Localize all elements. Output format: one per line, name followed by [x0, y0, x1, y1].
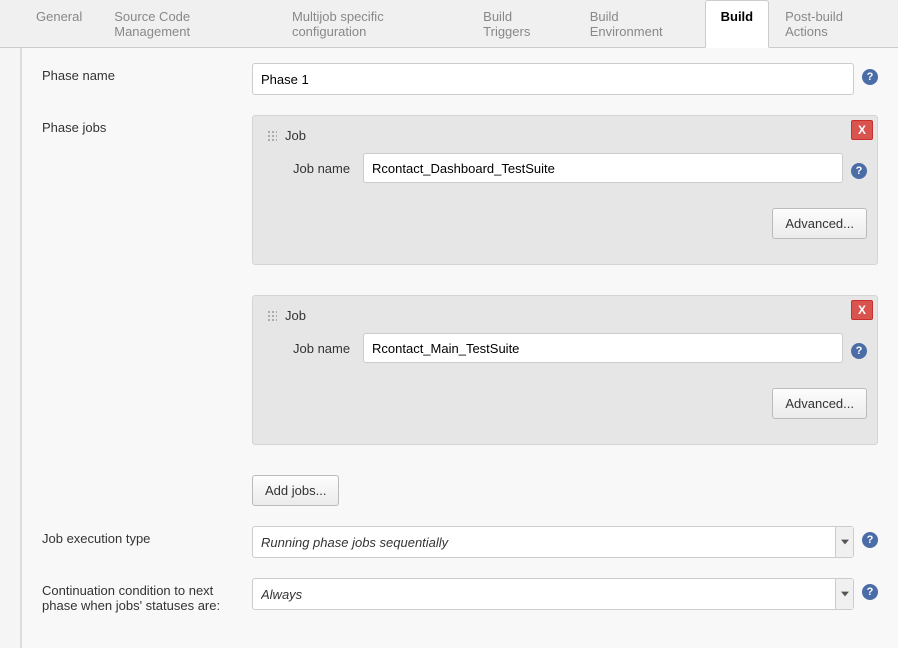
- job-name-label: Job name: [293, 341, 363, 356]
- help-icon[interactable]: ?: [862, 69, 878, 85]
- tab-build[interactable]: Build: [705, 0, 770, 48]
- job-panel: X Job Job name ? Advanced...: [252, 295, 878, 445]
- help-icon[interactable]: ?: [862, 584, 878, 600]
- drag-handle-icon[interactable]: [267, 130, 277, 142]
- job-name-input[interactable]: [363, 333, 843, 363]
- tab-post-build[interactable]: Post-build Actions: [769, 0, 898, 47]
- phase-name-row: Phase name ?: [42, 63, 878, 95]
- drag-handle-icon[interactable]: [267, 310, 277, 322]
- job-title: Job: [285, 308, 306, 323]
- job-name-input[interactable]: [363, 153, 843, 183]
- cont-cond-label: Continuation condition to next phase whe…: [42, 578, 252, 613]
- cont-cond-row: Continuation condition to next phase whe…: [42, 578, 878, 613]
- phase-name-input[interactable]: [252, 63, 854, 95]
- help-icon[interactable]: ?: [851, 343, 867, 359]
- advanced-button[interactable]: Advanced...: [772, 208, 867, 239]
- job-title: Job: [285, 128, 306, 143]
- job-name-label: Job name: [293, 161, 363, 176]
- job-panel: X Job Job name ? Advanced...: [252, 115, 878, 265]
- exec-type-select[interactable]: Running phase jobs sequentially: [252, 526, 854, 558]
- cont-cond-select[interactable]: Always: [252, 578, 854, 610]
- remove-job-button[interactable]: X: [851, 120, 873, 140]
- help-icon[interactable]: ?: [851, 163, 867, 179]
- tab-build-environment[interactable]: Build Environment: [574, 0, 705, 47]
- build-content: Phase name ? Phase jobs X Job Job name ?: [20, 48, 898, 648]
- tabs-bar: General Source Code Management Multijob …: [0, 0, 898, 48]
- advanced-button[interactable]: Advanced...: [772, 388, 867, 419]
- jobs-container: X Job Job name ? Advanced... X: [252, 115, 878, 506]
- remove-job-button[interactable]: X: [851, 300, 873, 320]
- tab-scm[interactable]: Source Code Management: [98, 0, 276, 47]
- tab-multijob[interactable]: Multijob specific configuration: [276, 0, 467, 47]
- job-name-row: Job name ?: [293, 333, 867, 363]
- phase-jobs-row: Phase jobs X Job Job name ? Advanced...: [42, 115, 878, 506]
- job-name-row: Job name ?: [293, 153, 867, 183]
- phase-jobs-label: Phase jobs: [42, 115, 252, 135]
- tab-general[interactable]: General: [20, 0, 98, 47]
- help-icon[interactable]: ?: [862, 532, 878, 548]
- add-jobs-button[interactable]: Add jobs...: [252, 475, 339, 506]
- exec-type-label: Job execution type: [42, 526, 252, 546]
- tab-build-triggers[interactable]: Build Triggers: [467, 0, 574, 47]
- phase-name-label: Phase name: [42, 63, 252, 83]
- exec-type-row: Job execution type Running phase jobs se…: [42, 526, 878, 558]
